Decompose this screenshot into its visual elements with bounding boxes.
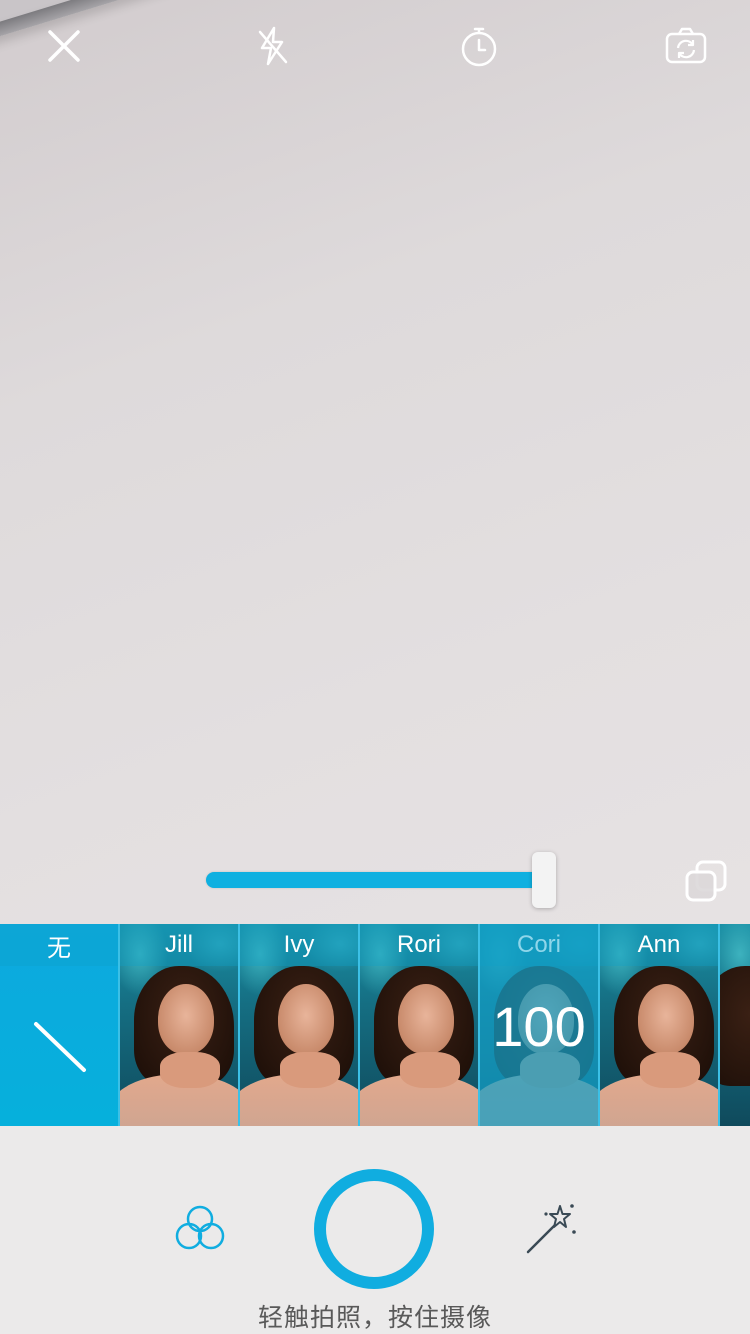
beauty-button[interactable] [170, 1198, 230, 1258]
filter-item-jill[interactable]: Jill [120, 924, 240, 1126]
flash-button[interactable] [246, 20, 298, 72]
no-filter-icon [34, 1022, 86, 1072]
magic-wand-button[interactable] [520, 1198, 580, 1258]
filter-label: Ivy [240, 924, 358, 966]
switch-camera-button[interactable] [660, 20, 712, 72]
filter-item-ivy[interactable]: Ivy [240, 924, 360, 1126]
timer-icon [461, 27, 497, 67]
flash-off-icon [258, 26, 288, 66]
close-button[interactable] [38, 20, 90, 72]
timer-button[interactable] [453, 20, 505, 72]
zoom-slider-track[interactable] [206, 872, 546, 888]
close-icon [48, 30, 80, 62]
filter-label: Ann [600, 924, 718, 966]
magic-wand-icon [526, 1204, 576, 1254]
shutter-button[interactable] [314, 1169, 434, 1289]
filter-label: Jill [120, 924, 238, 966]
filter-item-rori[interactable]: Rori [360, 924, 480, 1126]
switch-camera-icon [665, 27, 707, 64]
filter-intensity-value: 100 [492, 995, 586, 1058]
aspect-ratio-button[interactable] [680, 855, 732, 907]
layers-icon [685, 860, 727, 902]
filter-label: Cori [480, 924, 598, 966]
filter-item-partial[interactable] [720, 924, 750, 1126]
filter-label: Rori [360, 924, 478, 966]
zoom-slider-thumb[interactable] [532, 852, 556, 908]
filter-item-none[interactable]: 无 [0, 924, 120, 1126]
filter-strip[interactable]: 无 Jill Ivy Rori Cori 100 Ann [0, 924, 750, 1126]
filter-label: 无 [0, 924, 118, 966]
filter-item-ann[interactable]: Ann [600, 924, 720, 1126]
camera-viewfinder[interactable] [0, 0, 750, 924]
clover-icon [175, 1205, 225, 1250]
capture-hint: 轻触拍照，按住摄像 [257, 1304, 492, 1332]
filter-item-cori[interactable]: Cori 100 [480, 924, 600, 1126]
